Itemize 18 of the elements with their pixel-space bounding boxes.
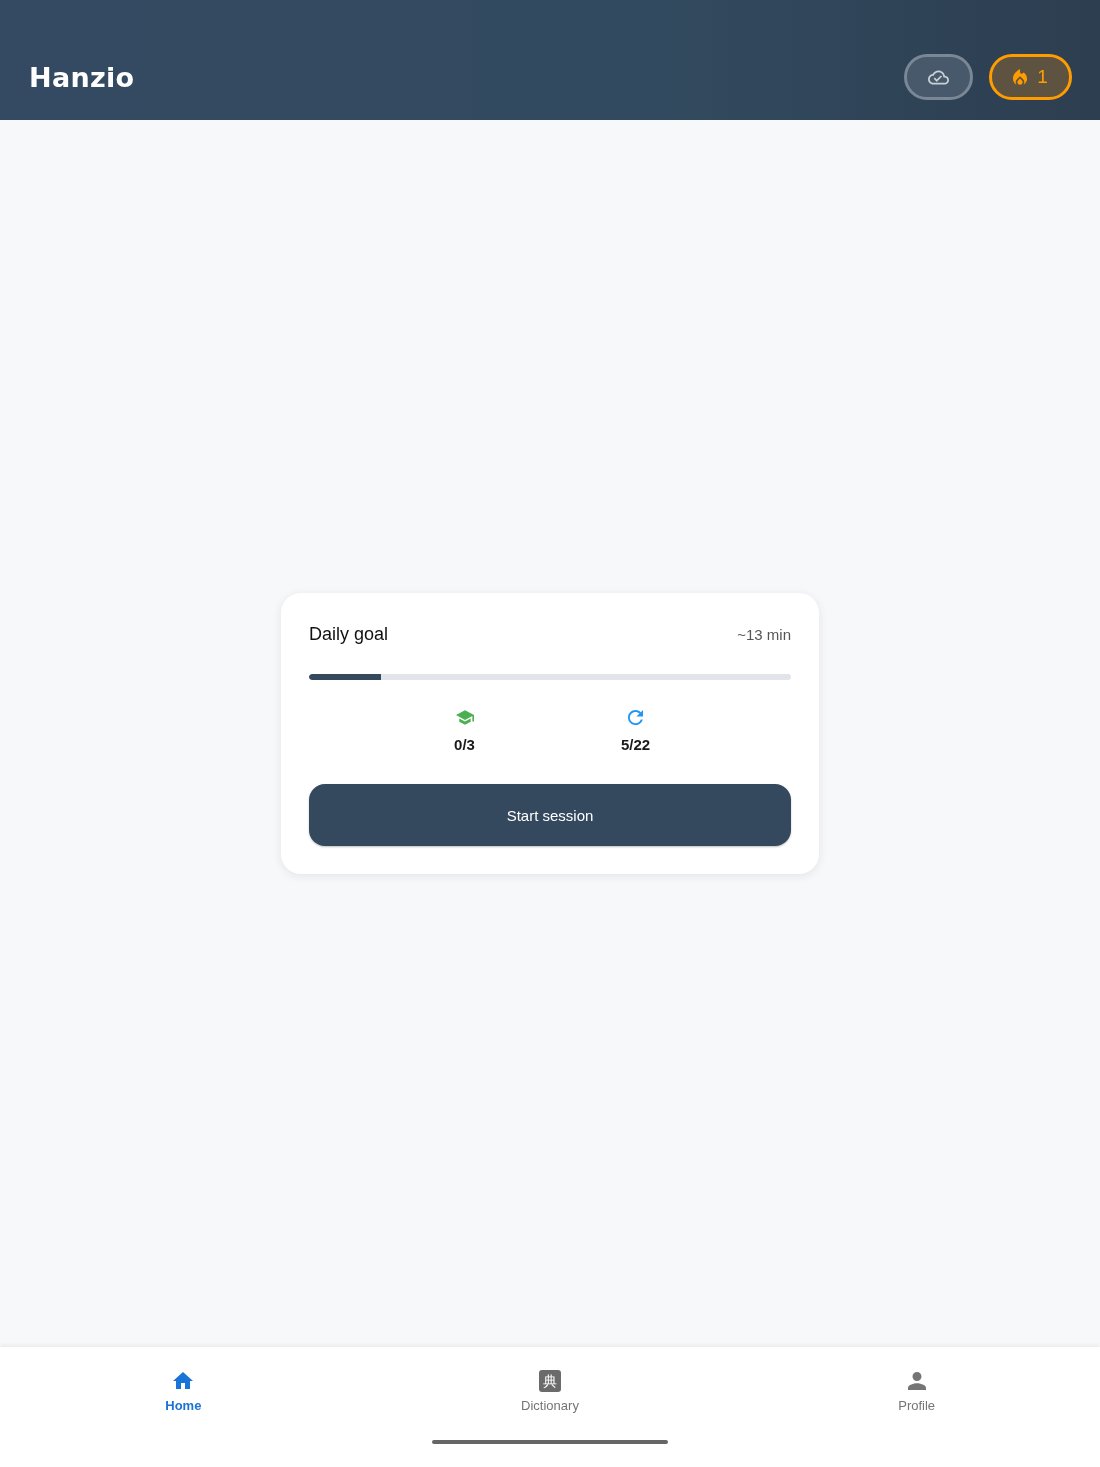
time-estimate: ~13 min [737, 625, 791, 643]
nav-tab[interactable]: 典 Dictionary [521, 1370, 579, 1414]
graduation-cap-icon [455, 710, 474, 725]
stat-value: 5/22 [620, 735, 651, 755]
cloud-check-icon [928, 69, 949, 85]
person-icon [907, 1372, 926, 1390]
stat-value: 0/3 [454, 735, 475, 755]
refresh-icon [628, 710, 643, 725]
flame-icon [1013, 69, 1028, 85]
dictionary-tile-icon: 典 [539, 1370, 561, 1392]
nav-tab[interactable]: Profile [898, 1370, 936, 1414]
start-session-button[interactable]: Start session [309, 784, 791, 846]
app-title: Hanzio [29, 61, 135, 93]
card-title: Daily goal [309, 623, 389, 645]
nav-tab[interactable]: Home [165, 1370, 202, 1414]
sync-button[interactable] [904, 54, 973, 100]
home-icon [173, 1372, 194, 1389]
streak-button[interactable]: 1 [989, 54, 1072, 100]
